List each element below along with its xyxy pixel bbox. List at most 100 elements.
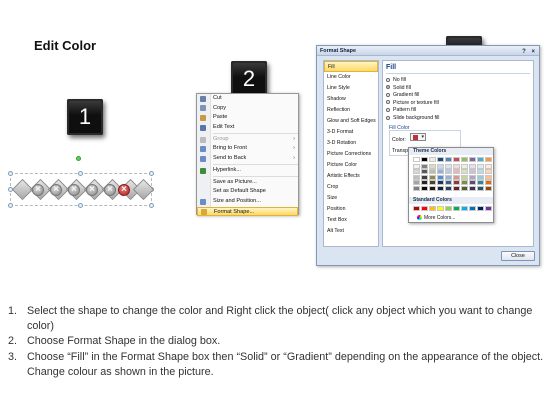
context-menu-item[interactable]: Hyperlink... xyxy=(197,166,298,176)
context-menu-item[interactable]: Bring to Front › xyxy=(197,144,298,154)
color-swatch[interactable] xyxy=(461,174,468,180)
context-menu-item[interactable]: Edit Text xyxy=(197,123,298,133)
sidebar-item[interactable]: Picture Color xyxy=(324,160,378,171)
color-swatch[interactable] xyxy=(421,169,428,175)
color-swatch[interactable] xyxy=(453,157,460,162)
cross-circle-icon[interactable]: × xyxy=(68,184,80,196)
resize-handle-tm[interactable] xyxy=(78,171,83,176)
color-swatch[interactable] xyxy=(413,169,420,175)
sidebar-item[interactable]: Line Color xyxy=(324,72,378,83)
color-swatch[interactable] xyxy=(437,174,444,180)
color-swatch[interactable] xyxy=(485,164,492,169)
sidebar-item[interactable]: 3-D Format xyxy=(324,127,378,138)
resize-handle-br[interactable] xyxy=(149,203,154,208)
fill-option-radio[interactable]: Picture or texture fill xyxy=(386,100,439,107)
color-swatch[interactable] xyxy=(477,206,484,211)
color-swatch[interactable] xyxy=(437,157,444,162)
color-swatch[interactable] xyxy=(461,180,468,186)
color-swatch[interactable] xyxy=(461,185,468,191)
color-swatch[interactable] xyxy=(445,180,452,186)
sidebar-item[interactable]: Line Style xyxy=(324,83,378,94)
resize-handle-tr[interactable] xyxy=(149,171,154,176)
color-swatch[interactable] xyxy=(485,185,492,191)
fill-option-radio[interactable]: Solid fill xyxy=(386,85,411,92)
color-swatch[interactable] xyxy=(469,157,476,162)
color-swatch[interactable] xyxy=(477,169,484,175)
context-menu-item[interactable]: Paste xyxy=(197,113,298,123)
color-swatch[interactable] xyxy=(413,206,420,211)
color-swatch[interactable] xyxy=(453,174,460,180)
color-swatch[interactable] xyxy=(469,164,476,169)
color-swatch[interactable] xyxy=(453,185,460,191)
color-swatch[interactable] xyxy=(485,169,492,175)
color-swatch[interactable] xyxy=(429,164,436,169)
fill-option-radio[interactable]: Slide background fill xyxy=(386,115,439,122)
sidebar-item[interactable]: Artistic Effects xyxy=(324,171,378,182)
sidebar-item[interactable]: Picture Corrections xyxy=(324,149,378,160)
close-button[interactable]: Close xyxy=(501,251,535,261)
cross-circle-icon[interactable]: × xyxy=(86,184,98,196)
color-swatch[interactable] xyxy=(421,185,428,191)
color-swatch[interactable] xyxy=(477,157,484,162)
more-colors-option[interactable]: More Colors... xyxy=(417,215,455,221)
color-swatch[interactable] xyxy=(485,180,492,186)
sidebar-item[interactable]: Text Box xyxy=(324,215,378,226)
resize-handle-tl[interactable] xyxy=(8,171,13,176)
color-swatch[interactable] xyxy=(469,174,476,180)
color-swatch[interactable] xyxy=(429,180,436,186)
color-swatch[interactable] xyxy=(445,185,452,191)
color-swatch[interactable] xyxy=(469,169,476,175)
color-swatch[interactable] xyxy=(429,185,436,191)
color-swatch[interactable] xyxy=(421,180,428,186)
context-menu-item[interactable]: Copy xyxy=(197,104,298,114)
color-swatch[interactable] xyxy=(477,180,484,186)
fill-option-radio[interactable]: No fill xyxy=(386,77,406,84)
color-swatch[interactable] xyxy=(413,180,420,186)
color-swatch[interactable] xyxy=(477,164,484,169)
color-swatch[interactable] xyxy=(453,206,460,211)
color-swatch[interactable] xyxy=(413,174,420,180)
color-swatch[interactable] xyxy=(445,164,452,169)
rotation-handle[interactable] xyxy=(76,156,81,161)
color-swatch[interactable] xyxy=(477,185,484,191)
color-swatch[interactable] xyxy=(445,169,452,175)
color-swatch[interactable] xyxy=(485,157,492,162)
sidebar-item[interactable]: Crop xyxy=(324,182,378,193)
color-swatch[interactable] xyxy=(421,157,428,162)
color-swatch[interactable] xyxy=(453,180,460,186)
sidebar-item[interactable]: Alt Text xyxy=(324,226,378,237)
color-swatch[interactable] xyxy=(469,206,476,211)
color-swatch[interactable] xyxy=(437,169,444,175)
resize-handle-bm[interactable] xyxy=(78,203,83,208)
fill-option-radio[interactable]: Gradient fill xyxy=(386,92,419,99)
selected-shape-group[interactable]: × × × × × × xyxy=(8,156,155,208)
color-swatch[interactable] xyxy=(469,185,476,191)
color-swatch[interactable] xyxy=(429,169,436,175)
sidebar-item[interactable]: Glow and Soft Edges xyxy=(324,116,378,127)
color-swatch[interactable] xyxy=(461,164,468,169)
color-swatch[interactable] xyxy=(453,164,460,169)
color-swatch[interactable] xyxy=(485,174,492,180)
sidebar-item[interactable]: Shadow xyxy=(324,94,378,105)
color-picker-button[interactable]: ▾ xyxy=(410,133,426,141)
sidebar-item[interactable]: Position xyxy=(324,204,378,215)
sidebar-item[interactable]: Fill xyxy=(324,61,378,72)
sidebar-item[interactable]: 3-D Rotation xyxy=(324,138,378,149)
color-swatch[interactable] xyxy=(445,174,452,180)
color-swatch[interactable] xyxy=(469,180,476,186)
color-swatch[interactable] xyxy=(445,157,452,162)
cross-circle-icon[interactable]: × xyxy=(32,184,44,196)
color-swatch[interactable] xyxy=(413,157,420,162)
color-swatch[interactable] xyxy=(437,180,444,186)
context-menu-item[interactable]: Format Shape... xyxy=(197,206,298,217)
color-swatch[interactable] xyxy=(485,206,492,211)
color-swatch[interactable] xyxy=(429,174,436,180)
color-swatch[interactable] xyxy=(429,206,436,211)
context-menu-item[interactable]: Cut xyxy=(197,94,298,104)
color-swatch[interactable] xyxy=(421,164,428,169)
color-swatch[interactable] xyxy=(437,206,444,211)
context-menu-item[interactable]: Set as Default Shape xyxy=(197,187,298,197)
color-swatch[interactable] xyxy=(413,185,420,191)
sidebar-item[interactable]: Size xyxy=(324,193,378,204)
color-swatch[interactable] xyxy=(453,169,460,175)
